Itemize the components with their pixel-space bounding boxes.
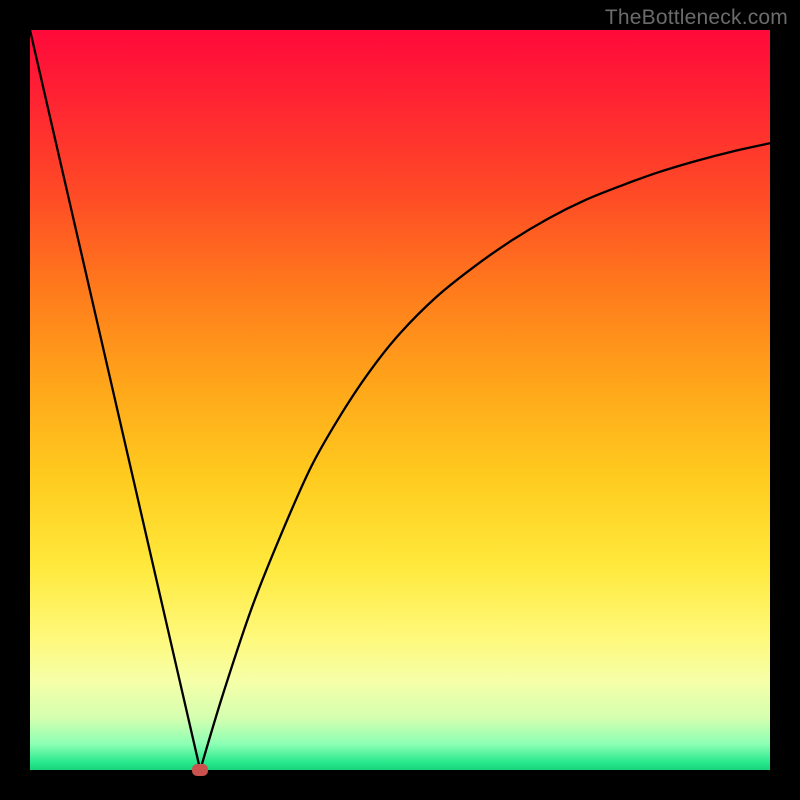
- bottleneck-curve: [30, 30, 770, 770]
- optimum-marker: [192, 764, 208, 776]
- attribution-label: TheBottleneck.com: [605, 6, 788, 30]
- plot-area: [30, 30, 770, 770]
- chart-frame: TheBottleneck.com: [0, 0, 800, 800]
- curve-svg: [30, 30, 770, 770]
